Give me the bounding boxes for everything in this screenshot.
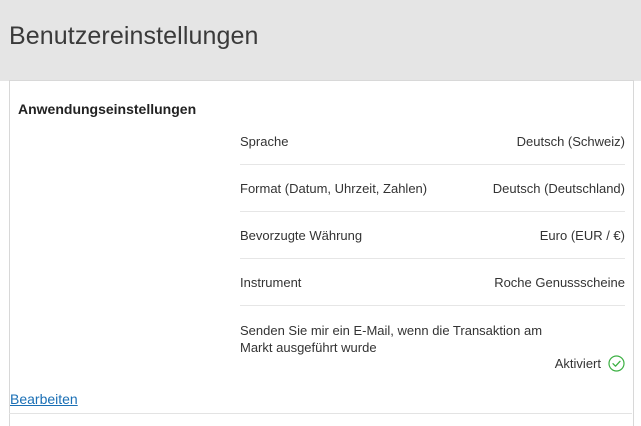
email-notification-status: Aktiviert (555, 355, 625, 372)
settings-page: Benutzereinstellungen Anwendungseinstell… (0, 0, 641, 426)
email-notification-label: Senden Sie mir ein E-Mail, wenn die Tran… (240, 323, 543, 355)
setting-value: Roche Genussscheine (494, 275, 625, 290)
setting-label: Bevorzugte Währung (240, 228, 363, 243)
page-header: Benutzereinstellungen (0, 0, 641, 81)
divider (240, 211, 625, 212)
setting-label: Format (Datum, Uhrzeit, Zahlen) (240, 181, 428, 196)
divider (240, 164, 625, 165)
setting-value: Deutsch (Deutschland) (492, 181, 625, 196)
check-circle-icon (608, 355, 625, 372)
section-title: Anwendungseinstellungen (18, 101, 197, 117)
setting-value: Euro (EUR / €) (539, 228, 625, 243)
setting-label: Instrument (240, 275, 302, 290)
status-text: Aktiviert (554, 356, 601, 371)
edit-link[interactable]: Bearbeiten (10, 391, 78, 407)
divider (240, 258, 625, 259)
divider (9, 413, 632, 414)
page-title: Benutzereinstellungen (9, 22, 259, 50)
setting-value: Deutsch (Schweiz) (516, 134, 625, 149)
divider (240, 305, 625, 306)
settings-panel (9, 81, 634, 426)
setting-label: Sprache (240, 134, 289, 149)
